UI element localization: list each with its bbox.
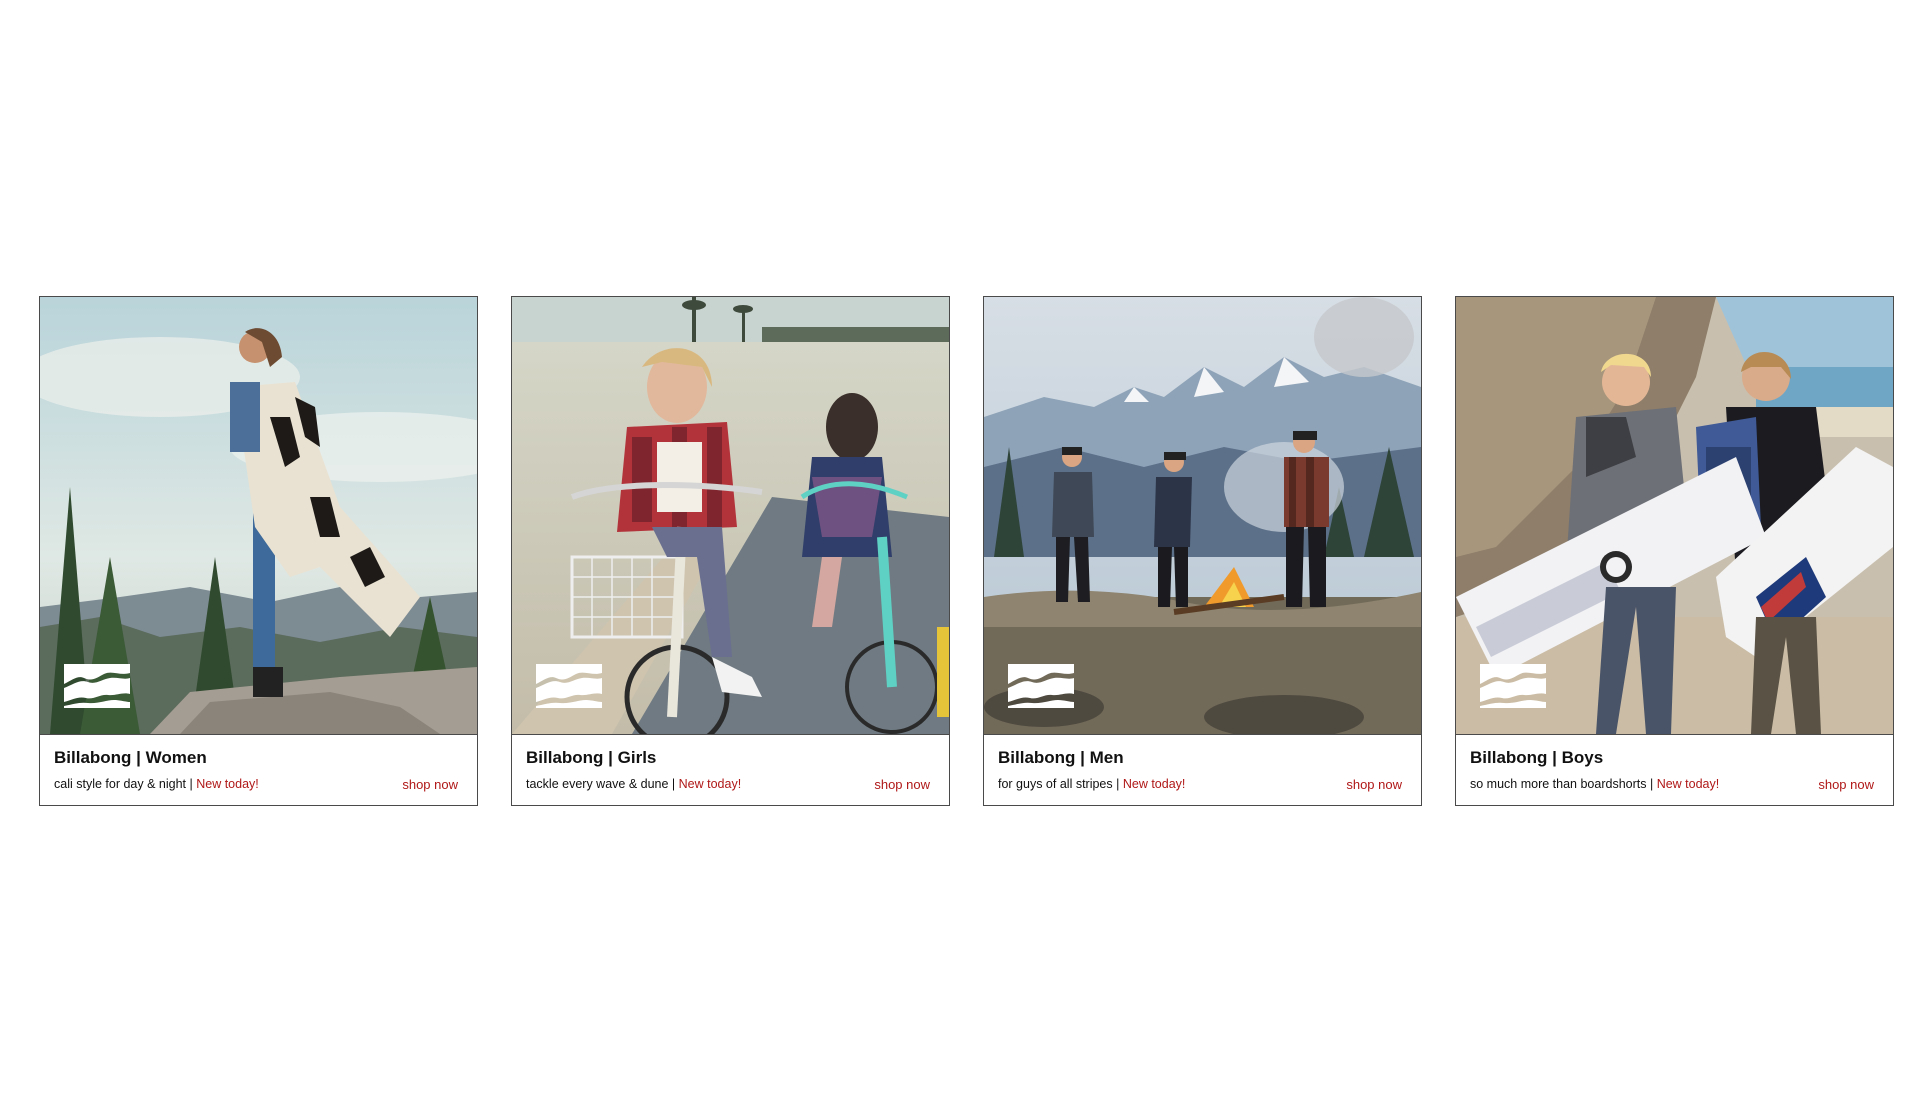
card-footer: Billabong | Girls tackle every wave & du…	[512, 734, 949, 805]
tagline-separator: |	[186, 777, 197, 791]
tagline-text: for guys of all stripes	[998, 777, 1113, 791]
tagline-text: tackle every wave & dune	[526, 777, 669, 791]
card-tagline: so much more than boardshorts | New toda…	[1470, 777, 1719, 791]
card-photo-girls[interactable]	[512, 297, 949, 734]
shop-now-link[interactable]: shop now	[402, 777, 458, 792]
new-today-label: New today!	[1122, 777, 1186, 791]
card-title[interactable]: Billabong | Women	[54, 748, 207, 768]
card-photo-women[interactable]	[40, 297, 477, 734]
card-tagline: cali style for day & night | New today!	[54, 777, 259, 791]
tagline-separator: |	[1112, 777, 1123, 791]
card-title[interactable]: Billabong | Girls	[526, 748, 656, 768]
card-photo-men[interactable]	[984, 297, 1421, 734]
billabong-logo-icon	[1478, 662, 1548, 710]
product-card-girls[interactable]: Billabong | Girls tackle every wave & du…	[511, 296, 950, 806]
billabong-logo-icon	[62, 662, 132, 710]
tagline-text: so much more than boardshorts	[1470, 777, 1647, 791]
card-tagline: tackle every wave & dune | New today!	[526, 777, 741, 791]
card-title[interactable]: Billabong | Boys	[1470, 748, 1603, 768]
shop-now-link[interactable]: shop now	[874, 777, 930, 792]
card-footer: Billabong | Boys so much more than board…	[1456, 734, 1893, 805]
new-today-label: New today!	[196, 777, 259, 791]
card-photo-boys[interactable]	[1456, 297, 1893, 734]
shop-now-link[interactable]: shop now	[1346, 777, 1402, 792]
billabong-logo-icon	[1006, 662, 1076, 710]
card-footer: Billabong | Women cali style for day & n…	[40, 734, 477, 805]
card-title[interactable]: Billabong | Men	[998, 748, 1124, 768]
shop-now-link[interactable]: shop now	[1818, 777, 1874, 792]
product-card-women[interactable]: Billabong | Women cali style for day & n…	[39, 296, 478, 806]
card-footer: Billabong | Men for guys of all stripes …	[984, 734, 1421, 805]
new-today-label: New today!	[1656, 777, 1720, 791]
tagline-separator: |	[668, 777, 679, 791]
billabong-logo-icon	[534, 662, 604, 710]
new-today-label: New today!	[678, 777, 742, 791]
card-tagline: for guys of all stripes | New today!	[998, 777, 1185, 791]
product-card-men[interactable]: Billabong | Men for guys of all stripes …	[983, 296, 1422, 806]
product-card-boys[interactable]: Billabong | Boys so much more than board…	[1455, 296, 1894, 806]
tagline-separator: |	[1646, 777, 1657, 791]
tagline-text: cali style for day & night	[54, 777, 187, 791]
